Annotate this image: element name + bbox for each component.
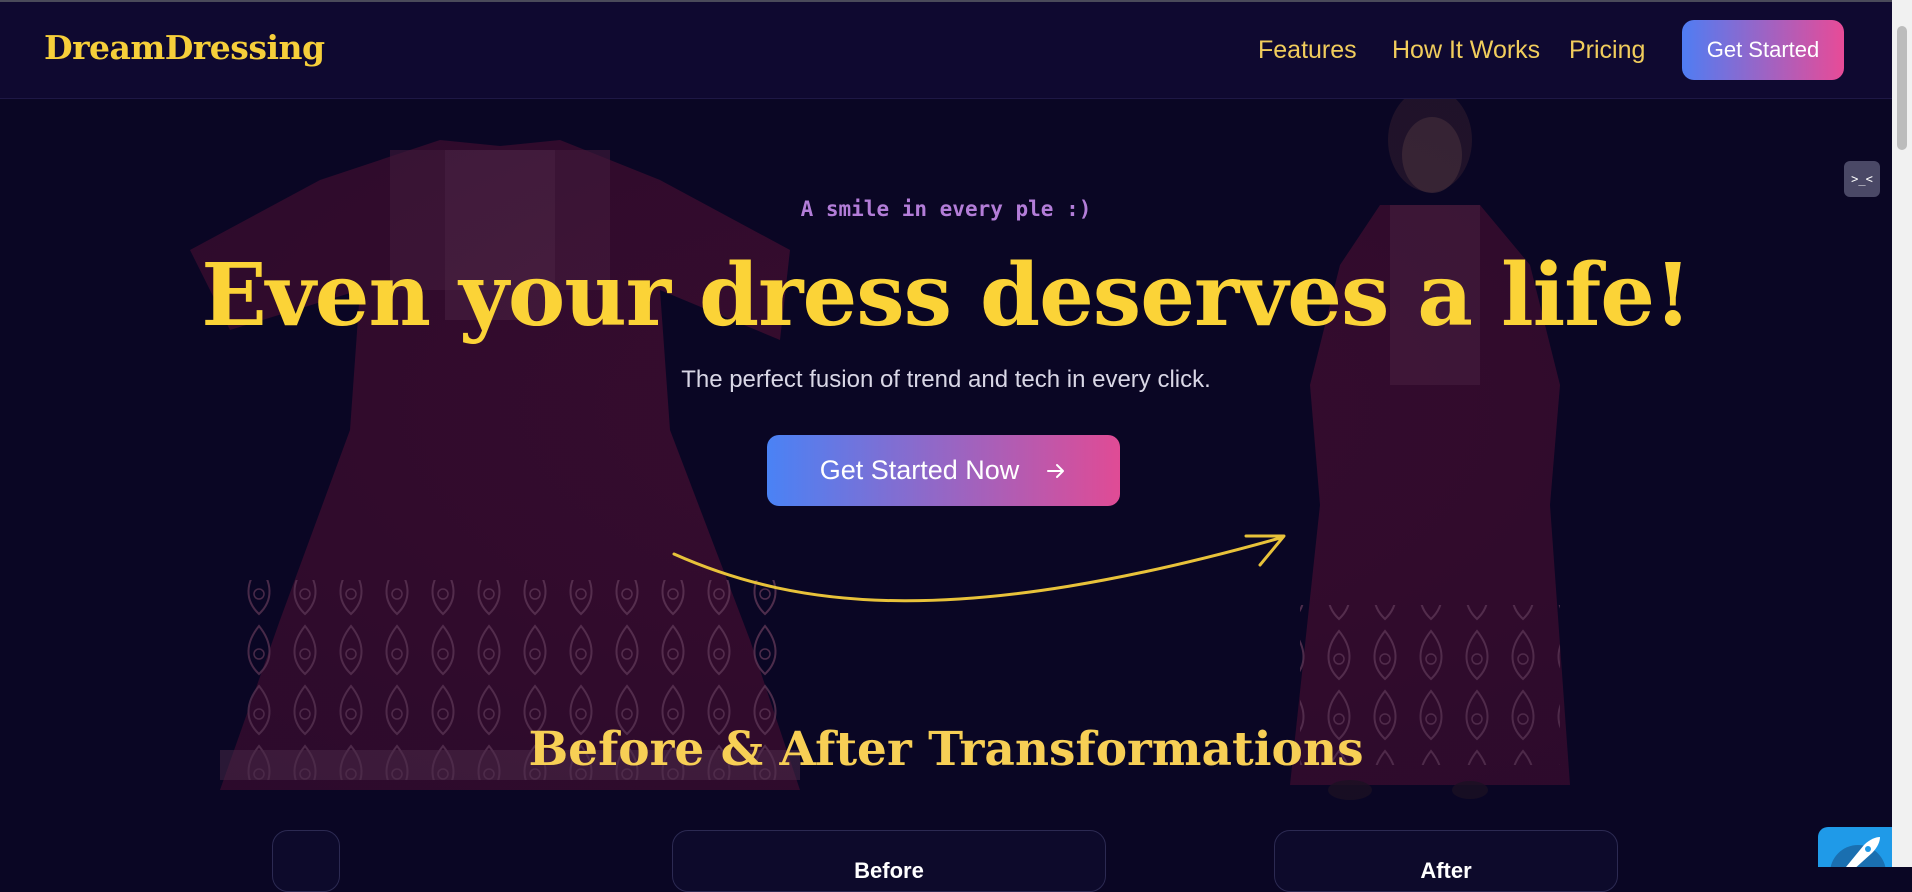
arrow-right-icon — [1047, 463, 1065, 478]
nav-link-features[interactable]: Features — [1258, 36, 1357, 65]
before-card-label: Before — [854, 858, 924, 883]
nav-link-how-it-works[interactable]: How It Works — [1392, 36, 1540, 65]
hero-tagline: A smile in every ple :) — [800, 197, 1092, 221]
hero-cta-label: Get Started Now — [819, 455, 1020, 485]
dev-toggle-button[interactable]: >_< — [1844, 161, 1880, 197]
transformation-card-partial — [272, 830, 340, 892]
after-card: After — [1274, 830, 1618, 892]
curved-arrow-icon — [672, 534, 1286, 603]
nav-link-pricing[interactable]: Pricing — [1569, 36, 1645, 65]
hero-subtitle: The perfect fusion of trend and tech in … — [681, 366, 1211, 393]
rocket-launch-button[interactable] — [1818, 827, 1892, 867]
scrollbar[interactable] — [1892, 0, 1912, 867]
after-card-label: After — [1420, 858, 1472, 883]
rocket-icon — [1830, 837, 1886, 867]
scrollbar-thumb[interactable] — [1897, 26, 1907, 150]
brand-logo[interactable]: DreamDressing — [44, 28, 325, 67]
hero-headline: Even your dress deserves a life! — [201, 245, 1692, 346]
navbar: DreamDressing Features How It Works Pric… — [0, 2, 1892, 99]
before-card: Before — [672, 830, 1106, 892]
get-started-now-button[interactable]: Get Started Now — [767, 435, 1120, 506]
get-started-button[interactable]: Get Started — [1682, 20, 1844, 80]
section-title: Before & After Transformations — [528, 722, 1364, 777]
